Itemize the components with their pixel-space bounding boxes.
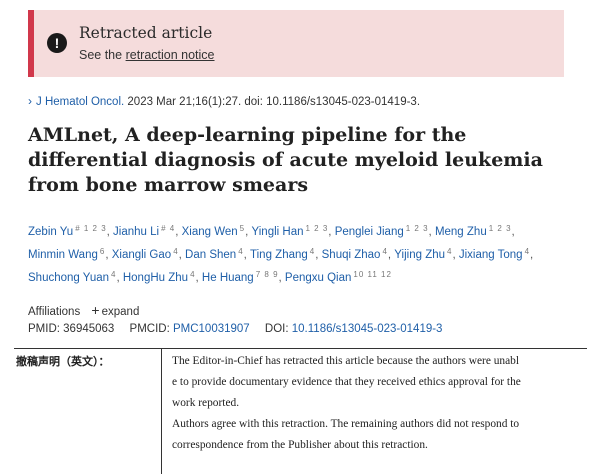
pmcid-label: PMCID: [129, 323, 170, 335]
author-separator: , [511, 226, 515, 238]
author-name-link[interactable]: Dan Shen [185, 249, 236, 261]
affiliations-row: Affiliations + expand [28, 302, 139, 318]
doi-link[interactable]: 10.1186/s13045-023-01419-3 [292, 323, 443, 335]
author-list: Zebin Yu # 1 2 3, Jianhu Li # 4, Xiang Wen… [28, 219, 548, 288]
author-item: He Huang 7 8 9, [202, 270, 285, 284]
banner-sub-prefix: See the [79, 48, 126, 62]
banner-subtext: See the retraction notice [79, 48, 215, 62]
retraction-statement-table: 撤稿声明（英文）： The Editor-in-Chief has retrac… [14, 348, 587, 474]
author-affiliation-refs[interactable]: # 4 [161, 224, 175, 233]
author-item: Penglei Jiang 1 2 3, [335, 224, 435, 238]
statement-line: Authors agree with this retraction. The … [172, 418, 520, 430]
author-item: Yingli Han 1 2 3, [252, 224, 335, 238]
doi-label: DOI: [264, 323, 289, 335]
author-name-link[interactable]: Pengxu Qian [285, 272, 352, 284]
retraction-notice-link[interactable]: retraction notice [126, 48, 215, 62]
author-name-link[interactable]: Yijing Zhu [394, 249, 445, 261]
author-name-link[interactable]: Xiangli Gao [112, 249, 171, 261]
author-name-link[interactable]: Zebin Yu [28, 226, 73, 238]
expand-label: expand [101, 306, 140, 318]
pmid-label: PMID: [28, 323, 60, 335]
author-name-link[interactable]: Yingli Han [252, 226, 304, 238]
identifiers-row: PMID: 36945063 PMCID: PMC10031907 DOI: 1… [28, 323, 442, 335]
pmcid-link[interactable]: PMC10031907 [173, 323, 250, 335]
author-item: Minmin Wang 6, [28, 247, 112, 261]
chevron-right-icon: › [28, 94, 32, 108]
author-item: Yijing Zhu 4, [394, 247, 459, 261]
author-affiliation-refs[interactable]: 1 2 3 [489, 224, 512, 233]
author-item: Dan Shen 4, [185, 247, 250, 261]
alert-icon: ! [47, 33, 67, 53]
author-item: Ting Zhang 4, [250, 247, 322, 261]
statement-line: e to provide documentary evidence that t… [172, 376, 521, 388]
author-affiliation-refs[interactable]: 7 8 9 [256, 270, 279, 279]
author-item: Jianhu Li # 4, [113, 224, 182, 238]
author-name-link[interactable]: Shuchong Yuan [28, 272, 109, 284]
author-item: Zebin Yu # 1 2 3, [28, 224, 113, 238]
retraction-banner: ! Retracted article See the retraction n… [28, 10, 564, 77]
journal-link[interactable]: J Hematol Oncol. [36, 96, 124, 108]
statement-line: The Editor-in-Chief has retracted this a… [172, 355, 520, 367]
author-name-link[interactable]: Minmin Wang [28, 249, 98, 261]
statement-label: 撤稿声明（英文）： [14, 349, 162, 474]
plus-icon: + [91, 302, 100, 318]
pmid-value: 36945063 [63, 323, 115, 335]
banner-title: Retracted article [79, 24, 213, 42]
author-name-link[interactable]: He Huang [202, 272, 254, 284]
statement-text: The Editor-in-Chief has retracted this a… [172, 349, 582, 456]
banner-accent-bar [28, 10, 34, 77]
author-name-link[interactable]: Penglei Jiang [335, 226, 404, 238]
author-name-link[interactable]: Meng Zhu [435, 226, 487, 238]
author-item: Shuqi Zhao 4, [322, 247, 395, 261]
author-name-link[interactable]: Jianhu Li [113, 226, 159, 238]
author-item: Pengxu Qian 10 11 12 [285, 270, 392, 284]
author-item: Xiangli Gao 4, [112, 247, 185, 261]
author-affiliation-refs[interactable]: 1 2 3 [306, 224, 329, 233]
affiliations-label: Affiliations [28, 306, 81, 318]
author-item: Xiang Wen 5, [182, 224, 252, 238]
citation-line: › J Hematol Oncol. 2023 Mar 21;16(1):27. … [28, 94, 420, 108]
author-separator: , [530, 249, 534, 261]
author-name-link[interactable]: Ting Zhang [250, 249, 308, 261]
article-title: AMLnet, A deep-learning pipeline for the… [28, 124, 543, 196]
statement-line: work reported. [172, 397, 240, 409]
statement-line: correspondence from the Publisher about … [172, 439, 428, 451]
author-name-link[interactable]: Shuqi Zhao [322, 249, 381, 261]
author-affiliation-refs[interactable]: # 1 2 3 [75, 224, 106, 233]
author-item: Meng Zhu 1 2 3, [435, 224, 515, 238]
author-name-link[interactable]: HongHu Zhu [123, 272, 188, 284]
citation-details: 2023 Mar 21;16(1):27. doi: 10.1186/s1304… [124, 96, 421, 108]
author-affiliation-refs[interactable]: 10 11 12 [353, 270, 392, 279]
author-item: Jixiang Tong 4, [459, 247, 534, 261]
affiliations-expand-button[interactable]: + expand [87, 302, 140, 318]
author-name-link[interactable]: Xiang Wen [182, 226, 238, 238]
author-affiliation-refs[interactable]: 1 2 3 [406, 224, 429, 233]
author-name-link[interactable]: Jixiang Tong [459, 249, 523, 261]
author-item: Shuchong Yuan 4, [28, 270, 123, 284]
author-item: HongHu Zhu 4, [123, 270, 202, 284]
